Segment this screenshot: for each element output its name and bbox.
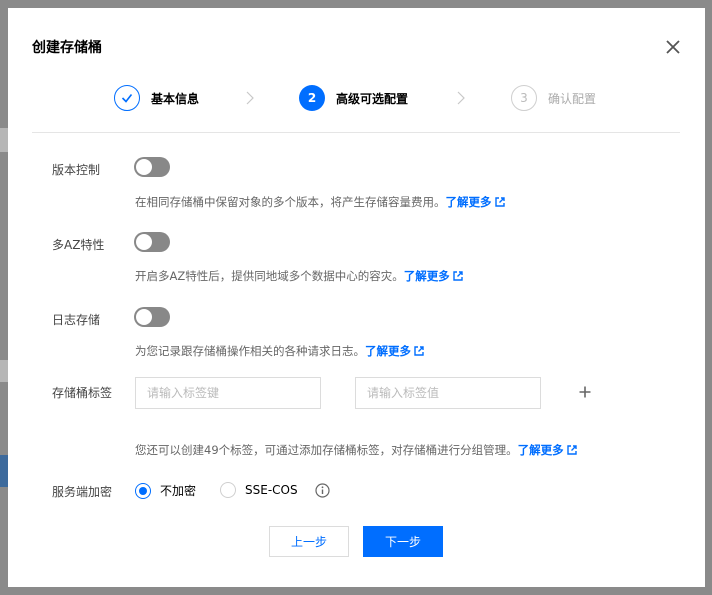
background-page-fragment xyxy=(0,360,8,382)
tag-key-input[interactable] xyxy=(135,377,321,409)
step-confirm-config: 3 确认配置 xyxy=(511,85,596,111)
info-icon[interactable] xyxy=(315,483,330,498)
create-bucket-dialog: 创建存储桶 基本信息 2 高级可选配置 3 确认配置 版本控制 在相同存储桶中保… xyxy=(8,8,705,587)
external-link-icon xyxy=(414,346,424,356)
tags-learn-more-link[interactable]: 了解更多 xyxy=(518,442,577,458)
multi-az-toggle[interactable] xyxy=(134,232,170,252)
bucket-tags-label: 存储桶标签 xyxy=(52,386,113,400)
tags-hint: 您还可以创建49个标签，可通过添加存储桶标签，对存储桶进行分组管理。 了解更多 xyxy=(135,442,577,458)
logging-description-text: 为您记录跟存储桶操作相关的各种请求日志。 xyxy=(135,344,365,358)
tags-hint-text: 您还可以创建49个标签，可通过添加存储桶标签，对存储桶进行分组管理。 xyxy=(135,443,518,457)
step-1-circle xyxy=(114,85,140,111)
background-page-fragment xyxy=(0,128,8,152)
toggle-knob xyxy=(136,234,152,250)
versioning-description-text: 在相同存储桶中保留对象的多个版本，将产生存储容量费用。 xyxy=(135,195,446,209)
multi-az-description-text: 开启多AZ特性后，提供同地域多个数据中心的容灾。 xyxy=(135,269,404,283)
step-basic-info: 基本信息 xyxy=(114,85,199,111)
toggle-knob xyxy=(136,159,152,175)
next-step-button[interactable]: 下一步 xyxy=(363,526,443,557)
close-icon xyxy=(666,40,680,54)
learn-more-text: 了解更多 xyxy=(365,344,411,358)
step-3-label: 确认配置 xyxy=(548,91,597,106)
encryption-option-none[interactable]: 不加密 xyxy=(135,482,196,499)
step-1-label: 基本信息 xyxy=(151,91,200,106)
versioning-label: 版本控制 xyxy=(52,163,101,177)
tag-value-input[interactable] xyxy=(355,377,541,409)
multi-az-label: 多AZ特性 xyxy=(52,238,105,252)
logging-learn-more-link[interactable]: 了解更多 xyxy=(365,343,424,359)
step-3-circle: 3 xyxy=(511,85,537,111)
encryption-option-sse-cos[interactable]: SSE-COS xyxy=(220,482,298,498)
toggle-knob xyxy=(136,309,152,325)
versioning-description: 在相同存储桶中保留对象的多个版本，将产生存储容量费用。 了解更多 xyxy=(135,194,505,210)
versioning-learn-more-link[interactable]: 了解更多 xyxy=(446,194,505,210)
radio-circle xyxy=(220,482,236,498)
radio-dot xyxy=(139,486,147,495)
logging-toggle[interactable] xyxy=(134,307,170,327)
encryption-option-sse-cos-label: SSE-COS xyxy=(245,483,298,497)
previous-step-button[interactable]: 上一步 xyxy=(269,526,349,557)
learn-more-text: 了解更多 xyxy=(403,269,450,283)
step-2-label: 高级可选配置 xyxy=(336,91,409,106)
background-page-fragment xyxy=(0,455,8,487)
encryption-label: 服务端加密 xyxy=(52,485,113,499)
step-advanced-config: 2 高级可选配置 xyxy=(299,85,408,111)
external-link-icon xyxy=(566,445,577,455)
versioning-toggle[interactable] xyxy=(134,157,170,177)
chevron-right-icon xyxy=(246,91,254,105)
learn-more-text: 了解更多 xyxy=(445,195,492,209)
radio-circle xyxy=(135,482,151,499)
multi-az-learn-more-link[interactable]: 了解更多 xyxy=(404,268,463,284)
multi-az-description: 开启多AZ特性后，提供同地域多个数据中心的容灾。 了解更多 xyxy=(135,268,463,284)
check-icon xyxy=(121,94,133,103)
encryption-option-none-label: 不加密 xyxy=(160,484,197,498)
learn-more-text: 了解更多 xyxy=(517,443,564,457)
close-button[interactable] xyxy=(664,38,682,56)
header-divider xyxy=(32,132,680,133)
logging-description: 为您记录跟存储桶操作相关的各种请求日志。 了解更多 xyxy=(135,343,424,359)
external-link-icon xyxy=(453,271,463,281)
dialog-title: 创建存储桶 xyxy=(32,40,102,56)
chevron-right-icon xyxy=(457,91,465,105)
plus-icon[interactable] xyxy=(579,386,591,398)
step-2-circle: 2 xyxy=(299,85,325,111)
logging-label: 日志存储 xyxy=(52,313,101,327)
external-link-icon xyxy=(494,197,505,207)
